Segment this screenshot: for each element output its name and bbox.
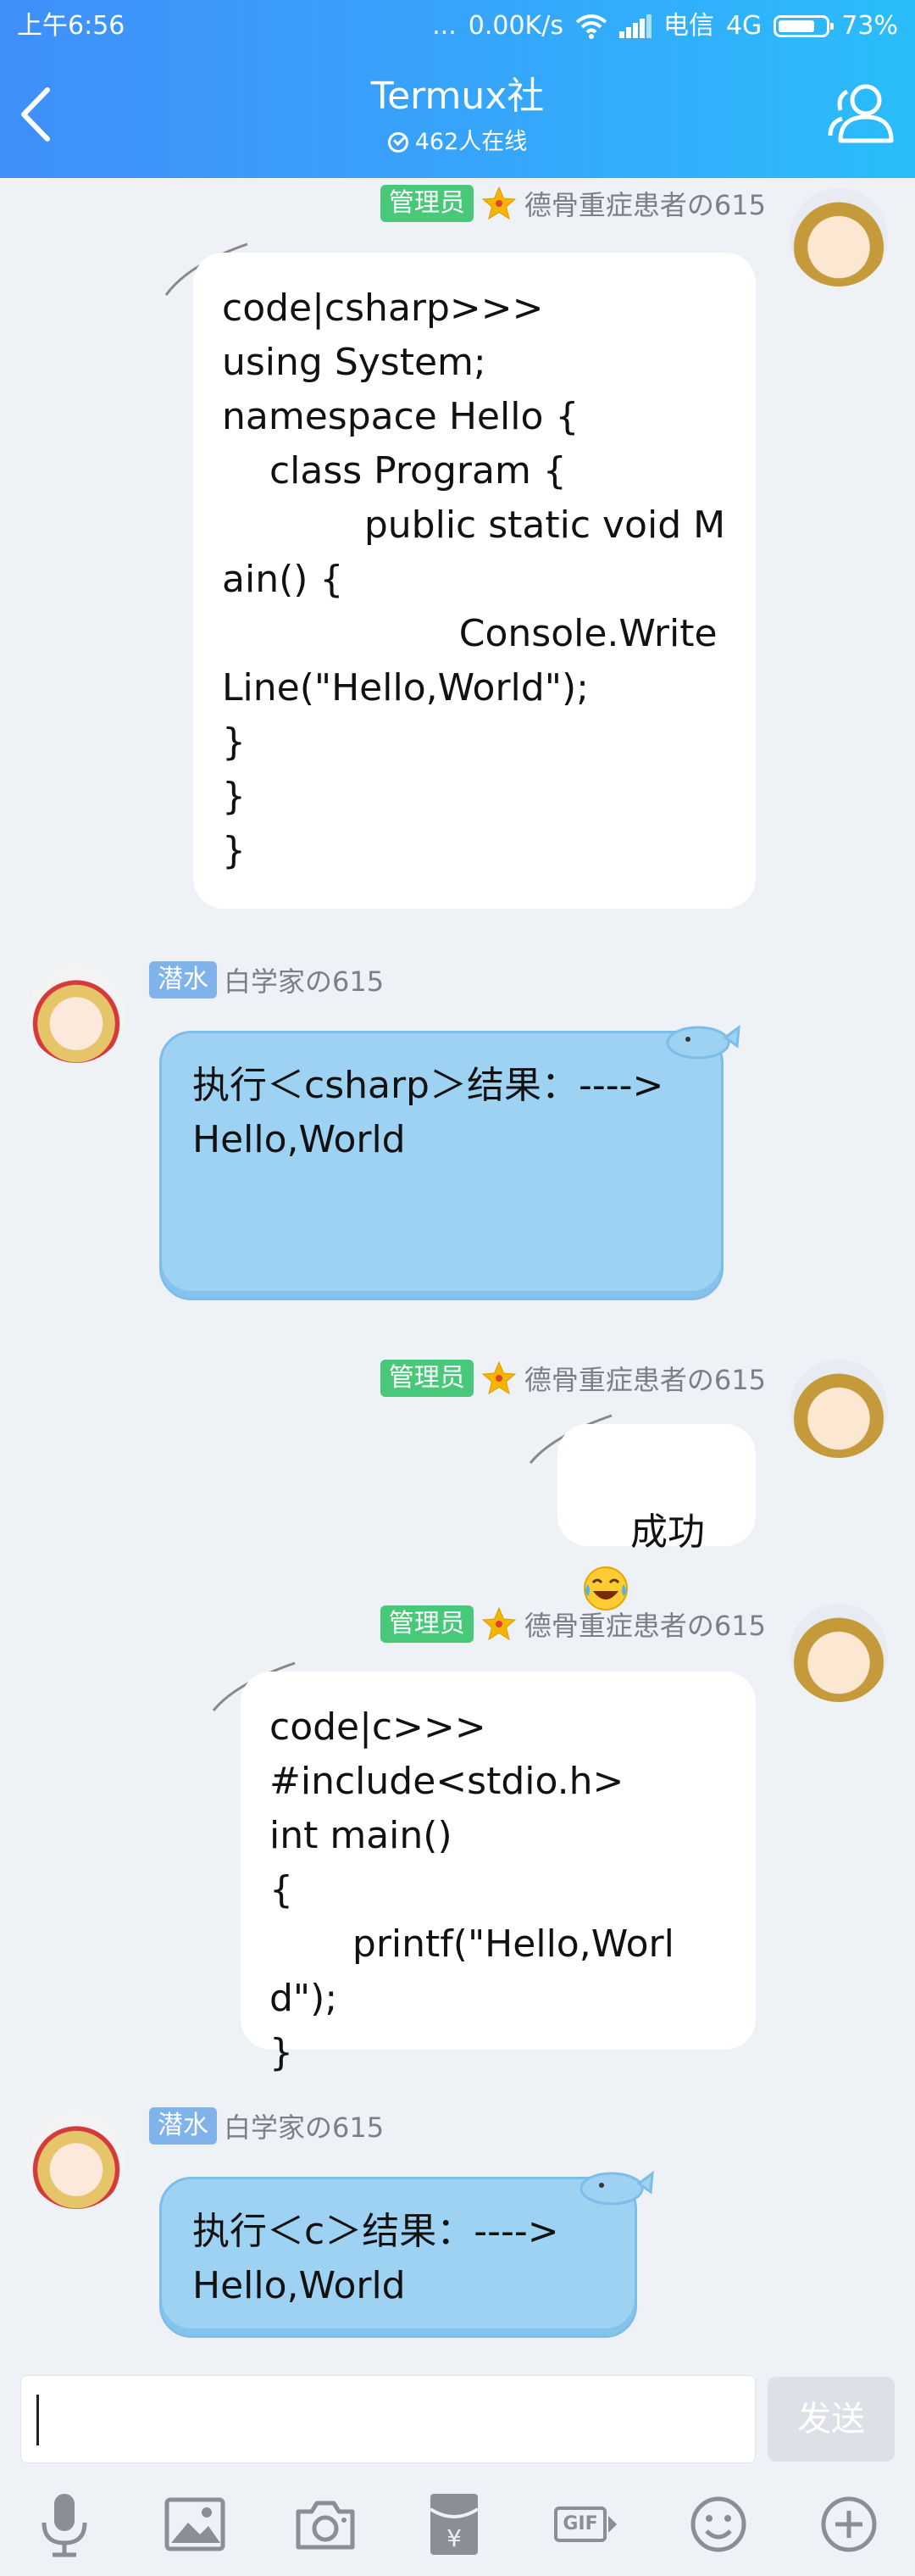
camera-icon [296, 2501, 355, 2550]
text-caret [36, 2395, 39, 2445]
camera-button[interactable] [291, 2490, 359, 2558]
avatar[interactable] [790, 188, 888, 287]
message-bubble[interactable]: 执行＜c＞结果：----> Hello,World [159, 2177, 637, 2338]
red-packet-button[interactable]: ¥ [420, 2490, 488, 2558]
message-row: 管理员 德骨重症患者の615 code|csharp>>> using Syst… [0, 178, 915, 915]
battery-level: 73% [841, 11, 898, 41]
signal-icon [618, 14, 652, 38]
lurker-badge: 潜水 [149, 961, 217, 999]
message-meta: 潜水 白学家の615 [149, 2106, 384, 2146]
smiley-icon [690, 2496, 746, 2552]
message-bubble[interactable]: 执行＜csharp＞结果：----> Hello,World [159, 1031, 724, 1300]
network-speed: 0.00K/s [468, 11, 563, 41]
avatar[interactable] [27, 965, 125, 1063]
emoji-button[interactable] [685, 2490, 752, 2558]
bottom-toolbar: ¥ GIF [0, 2473, 915, 2576]
microphone-icon [42, 2494, 87, 2557]
status-dots: ... [432, 11, 457, 41]
admin-badge: 管理员 [380, 1605, 474, 1643]
wifi-icon [575, 14, 607, 39]
send-button[interactable]: 发送 [768, 2377, 895, 2462]
voice-button[interactable] [30, 2490, 98, 2558]
star-icon [481, 1606, 517, 1641]
admin-badge: 管理员 [380, 185, 474, 222]
message-bubble[interactable]: 成功 [557, 1424, 756, 1611]
sender-name: 德骨重症患者の615 [524, 1610, 766, 1642]
online-count: 462人在线 [0, 127, 915, 158]
message-input[interactable] [20, 2375, 756, 2463]
battery-icon [774, 15, 835, 37]
network-type: 4G [725, 11, 762, 41]
message-meta: 潜水 白学家の615 [149, 960, 384, 1000]
whale-decoration-icon [580, 2170, 654, 2206]
online-check-icon [387, 132, 408, 153]
sender-name: 白学家の615 [224, 965, 385, 998]
avatar[interactable] [790, 1604, 888, 1702]
group-members-button[interactable] [827, 81, 896, 144]
members-icon [828, 84, 894, 143]
red-packet-icon: ¥ [429, 2494, 480, 2555]
star-icon [481, 186, 517, 220]
input-bar: 发送 [0, 2365, 915, 2465]
star-icon [481, 1360, 517, 1395]
message-text: 成功 [629, 1511, 705, 1554]
status-bar: 上午6:56 ... 0.00K/s 电信 4G 73% [0, 0, 915, 53]
carrier: 电信 [663, 11, 714, 41]
message-row: 潜水 白学家の615 执行＜csharp＞结果：----> Hello,Worl… [0, 953, 915, 1309]
svg-text:¥: ¥ [446, 2524, 462, 2552]
avatar[interactable] [27, 2111, 125, 2209]
message-row: 潜水 白学家の615 执行＜c＞结果：----> Hello,World [0, 2099, 915, 2353]
top-bar: 上午6:56 ... 0.00K/s 电信 4G 73% Termux社 462… [0, 0, 915, 178]
message-row: 管理员 德骨重症患者の615 成功 [0, 1355, 915, 1611]
message-row: 管理员 德骨重症患者の615 code|c>>> #include<stdio.… [0, 1600, 915, 2074]
avatar[interactable] [790, 1360, 888, 1458]
gif-button[interactable]: GIF [549, 2490, 624, 2558]
status-time: 上午6:56 [17, 11, 125, 41]
message-bubble[interactable]: code|c>>> #include<stdio.h> int main() {… [241, 1672, 756, 2074]
gif-icon: GIF [554, 2506, 607, 2542]
whale-decoration-icon [666, 1024, 740, 1060]
online-count-text: 462人在线 [414, 129, 528, 155]
more-button[interactable] [815, 2490, 883, 2558]
sender-name: 德骨重症患者の615 [524, 1364, 766, 1396]
message-meta: 管理员 德骨重症患者の615 [380, 183, 766, 224]
lurker-badge: 潜水 [149, 2107, 217, 2145]
message-meta: 管理员 德骨重症患者の615 [380, 1358, 766, 1399]
sender-name: 德骨重症患者の615 [524, 189, 766, 221]
sender-name: 白学家の615 [224, 2111, 385, 2144]
group-title: Termux社 [370, 75, 545, 118]
image-button[interactable] [161, 2490, 229, 2558]
gif-play-icon [607, 2516, 617, 2533]
admin-badge: 管理员 [380, 1360, 474, 1397]
message-meta: 管理员 德骨重症患者の615 [380, 1604, 766, 1644]
plus-circle-icon [821, 2496, 877, 2552]
image-icon [164, 2497, 225, 2551]
message-bubble[interactable]: code|csharp>>> using System; namespace H… [193, 253, 756, 909]
